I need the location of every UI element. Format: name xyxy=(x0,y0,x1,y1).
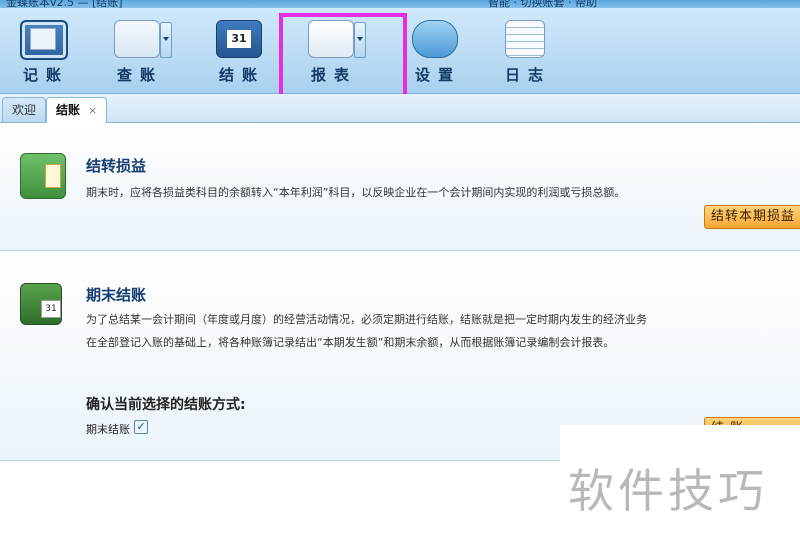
watermark-text: 软件技巧 xyxy=(568,464,768,518)
period-close-title: 期末结账 xyxy=(86,286,147,304)
profit-chart-icon xyxy=(20,153,66,199)
toolbar-record-label: 记账 xyxy=(22,66,69,84)
tab-welcome[interactable]: 欢迎 xyxy=(2,97,47,122)
close-tab-icon[interactable]: × xyxy=(88,104,97,117)
calendar-icon: 31 xyxy=(216,20,262,58)
carry-forward-button[interactable]: 结转本期损益 xyxy=(704,205,800,229)
main-toolbar: 记账 查账 31 结账 报表 设置 日志 xyxy=(0,8,800,94)
green-calendar-book-icon xyxy=(20,283,62,325)
watermark-overlay: 软件技巧 xyxy=(560,425,800,545)
ledger-book-icon xyxy=(20,20,68,60)
title-bar-menu[interactable]: 智能 · 切换账套 · 帮助 xyxy=(488,0,597,8)
toolbar-close-label: 结账 xyxy=(218,66,265,84)
toolbar-close-button[interactable]: 31 结账 xyxy=(198,8,278,92)
title-bar: 金蝶账本v2.5 — [结账] 智能 · 切换账套 · 帮助 xyxy=(0,0,800,8)
carry-forward-panel: 结转损益 期末时，应将各损益类科目的余额转入“本年利润”科目，以反映企业在一个会… xyxy=(0,123,800,251)
magnifier-ledger-icon xyxy=(114,20,160,58)
query-dropdown-arrow[interactable] xyxy=(160,22,172,58)
toolbar-query-button[interactable]: 查账 xyxy=(96,8,176,92)
tab-close-period[interactable]: 结账 × xyxy=(46,97,108,123)
toolbar-log-label: 日志 xyxy=(504,66,551,84)
toolbar-log-button[interactable]: 日志 xyxy=(484,8,564,92)
tab-bar: 欢迎 结账 × xyxy=(0,94,800,123)
toolbar-query-label: 查账 xyxy=(116,66,163,84)
app-title: 金蝶账本v2.5 — [结账] xyxy=(6,0,123,8)
calendar-number: 31 xyxy=(227,30,251,48)
period-close-checkbox-label: 期末结账 xyxy=(86,423,130,436)
carry-forward-description: 期末时，应将各损益类科目的余额转入“本年利润”科目，以反映企业在一个会计期间内实… xyxy=(86,186,626,199)
period-close-description: 为了总结某一会计期间（年度或月度）的经营活动情况，必须定期进行结账，结账就是把一… xyxy=(86,313,647,349)
toolbar-settings-button[interactable]: 设置 xyxy=(394,8,474,92)
report-dropdown-arrow[interactable] xyxy=(354,22,366,58)
toolbar-report-button[interactable]: 报表 xyxy=(290,8,370,92)
gear-icon xyxy=(412,20,458,58)
toolbar-record-button[interactable]: 记账 xyxy=(2,8,82,92)
log-lines-icon xyxy=(505,20,545,58)
toolbar-report-label: 报表 xyxy=(310,66,357,84)
carry-forward-title: 结转损益 xyxy=(86,157,147,175)
chart-report-icon xyxy=(308,20,354,58)
period-close-checkbox[interactable]: ✓ xyxy=(134,420,148,434)
tab-welcome-label: 欢迎 xyxy=(12,103,37,117)
toolbar-settings-label: 设置 xyxy=(414,66,461,84)
tab-close-period-label: 结账 xyxy=(56,103,81,117)
confirm-close-method-heading: 确认当前选择的结账方式: xyxy=(86,397,246,413)
